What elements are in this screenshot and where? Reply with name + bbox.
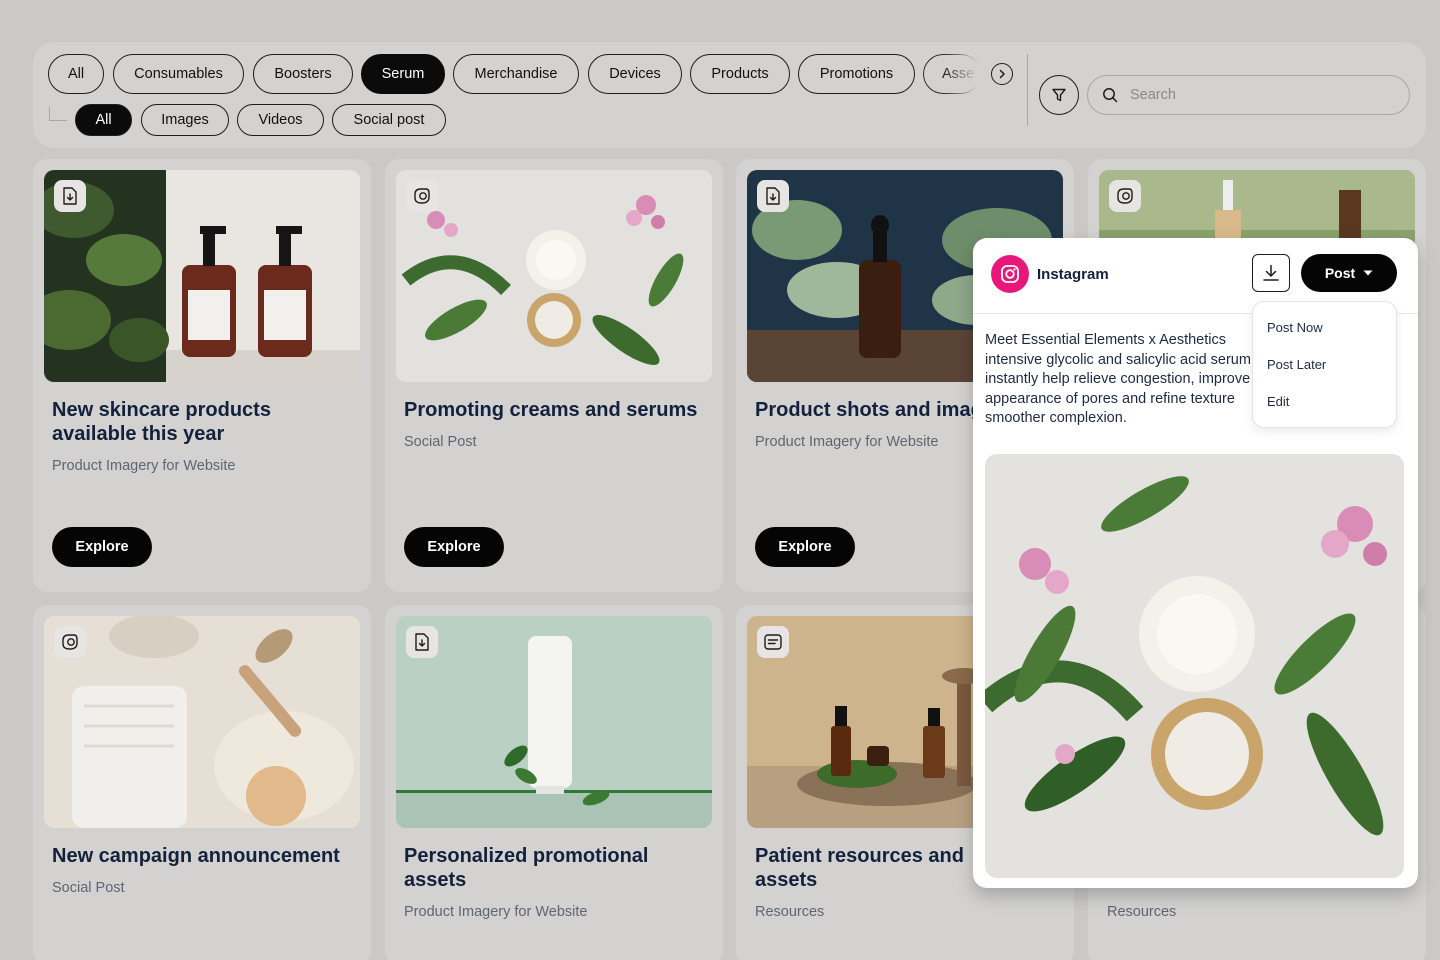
download-doc-icon[interactable]	[54, 180, 86, 212]
card-title: Promoting creams and serums	[404, 399, 698, 421]
search-icon	[1103, 88, 1118, 103]
card-title: New skincare products available this yea…	[52, 399, 271, 445]
card-thumbnail	[44, 170, 360, 382]
subfilter-connector	[49, 107, 67, 121]
card-thumbnail	[396, 170, 712, 382]
card-subtitle: Social Post	[52, 880, 125, 896]
card-subtitle: Product Imagery for Website	[755, 434, 939, 450]
document-icon[interactable]	[757, 626, 789, 658]
explore-button[interactable]: Explore	[404, 527, 504, 567]
chevron-right-icon	[999, 69, 1005, 79]
asset-card[interactable]: Promoting creams and serums Social Post …	[385, 159, 723, 592]
caret-down-icon	[1363, 270, 1373, 276]
menu-item-post-now[interactable]: Post Now	[1267, 320, 1323, 335]
asset-card[interactable]: New campaign announcement Social Post	[33, 605, 371, 960]
type-pill-social-post[interactable]: Social post	[332, 104, 446, 136]
filter-button[interactable]	[1039, 75, 1079, 115]
category-pill-all[interactable]: All	[48, 54, 104, 94]
caption-line: intensive glycolic and salicylic acid se…	[985, 351, 1251, 368]
caption-line: Meet Essential Elements x Aesthetics	[985, 332, 1226, 348]
download-doc-icon[interactable]	[406, 626, 438, 658]
card-title: New campaign announcement	[52, 845, 340, 867]
filter-icon	[1052, 88, 1066, 102]
card-subtitle: Product Imagery for Website	[404, 904, 588, 920]
platform-name: Instagram	[1037, 266, 1109, 283]
type-pill-all[interactable]: All	[75, 104, 132, 136]
card-thumbnail	[44, 616, 360, 828]
menu-item-post-later[interactable]: Post Later	[1267, 357, 1326, 372]
download-icon	[1263, 264, 1279, 281]
card-subtitle: Product Imagery for Website	[52, 458, 236, 474]
caption-line: instantly help relieve congestion, impro…	[985, 371, 1251, 388]
card-thumbnail	[396, 616, 712, 828]
asset-card[interactable]: Personalized promotional assets Product …	[385, 605, 723, 960]
menu-item-edit[interactable]: Edit	[1267, 394, 1289, 409]
social-icon[interactable]	[54, 626, 86, 658]
download-doc-icon[interactable]	[757, 180, 789, 212]
category-pill-products[interactable]: Products	[690, 54, 790, 94]
type-pill-images[interactable]: Images	[141, 104, 229, 136]
explore-button[interactable]: Explore	[755, 527, 855, 567]
category-pill-promotions[interactable]: Promotions	[798, 54, 915, 94]
social-icon[interactable]	[1109, 180, 1141, 212]
post-image	[985, 454, 1404, 878]
category-pill-serum[interactable]: Serum	[361, 54, 445, 94]
caption-line: smoother complexion.	[985, 410, 1127, 427]
caption-line: appearance of pores and refine texture	[985, 390, 1235, 407]
card-subtitle: Resources	[1107, 904, 1177, 920]
explore-button[interactable]: Explore	[52, 527, 152, 567]
social-icon[interactable]	[406, 180, 438, 212]
filter-bar: All Consumables Boosters Serum Merchandi…	[33, 42, 1426, 148]
post-preview-panel: Instagram Post Meet Essential Elements x…	[973, 238, 1418, 888]
search-input[interactable]	[1130, 87, 1370, 103]
post-button[interactable]: Post	[1301, 254, 1397, 292]
card-title: Patient resources and assets	[755, 845, 964, 891]
card-title: Personalized promotional assets	[404, 845, 649, 891]
category-pill-consumables[interactable]: Consumables	[113, 54, 244, 94]
card-subtitle: Resources	[755, 904, 825, 920]
scroll-right-button[interactable]	[991, 63, 1013, 85]
divider	[1027, 54, 1028, 126]
search-field[interactable]	[1087, 75, 1410, 115]
type-pill-videos[interactable]: Videos	[237, 104, 324, 136]
category-pill-devices[interactable]: Devices	[588, 54, 682, 94]
instagram-icon	[991, 255, 1029, 293]
category-pill-assets[interactable]: Asse	[923, 54, 981, 94]
card-subtitle: Social Post	[404, 434, 477, 450]
post-button-label: Post	[1324, 265, 1356, 281]
post-caption: Meet Essential Elements x Aesthetics int…	[985, 331, 1253, 429]
category-pill-merchandise[interactable]: Merchandise	[453, 54, 579, 94]
asset-card[interactable]: New skincare products available this yea…	[33, 159, 371, 592]
category-pill-boosters[interactable]: Boosters	[253, 54, 353, 94]
download-button[interactable]	[1252, 254, 1290, 292]
post-options-menu: Post Now Post Later Edit	[1252, 301, 1397, 428]
